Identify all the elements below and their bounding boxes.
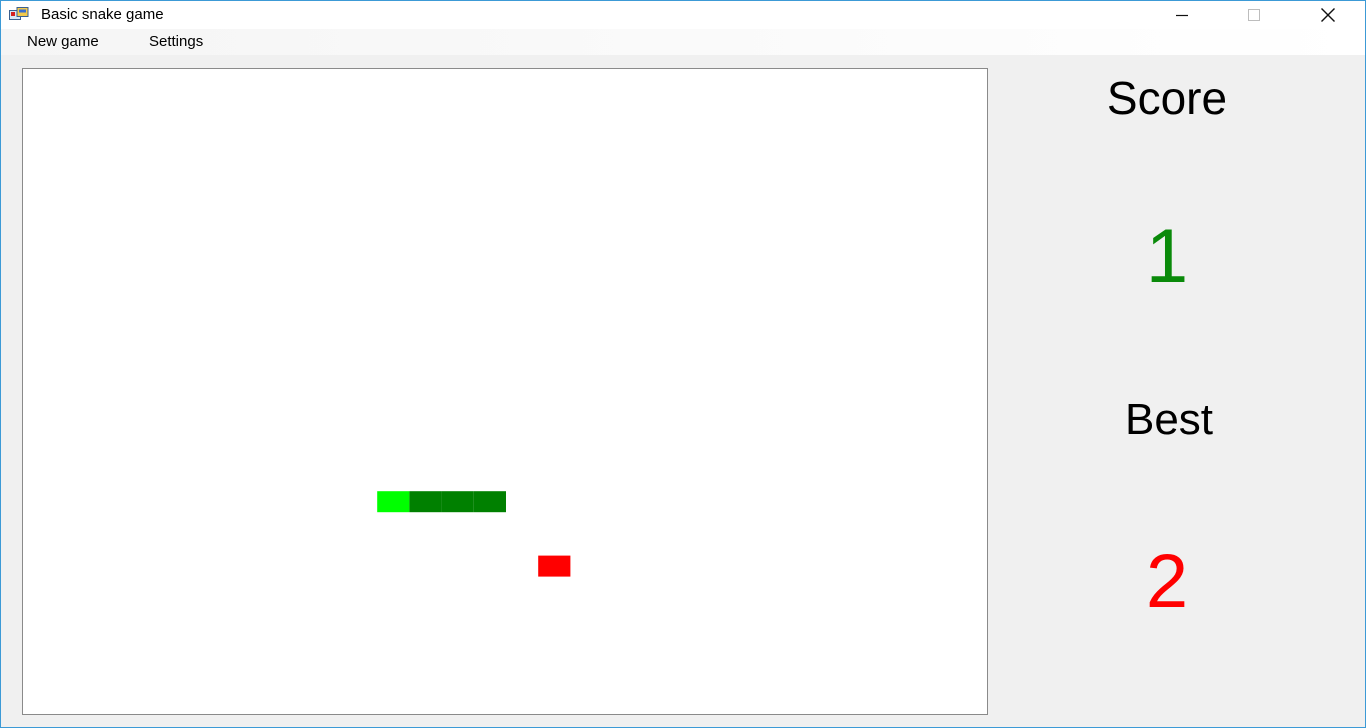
snake-body-segment xyxy=(441,491,474,513)
game-canvas xyxy=(377,491,571,577)
app-window-icon[interactable] xyxy=(9,7,29,23)
minimize-icon xyxy=(1176,14,1188,17)
game-board[interactable] xyxy=(22,68,988,715)
snake-body-segment xyxy=(473,491,506,513)
score-value: 1 xyxy=(1145,214,1189,299)
menu-bar: New game Settings xyxy=(1,29,1365,55)
maximize-button[interactable] xyxy=(1231,1,1277,29)
title-bar[interactable]: Basic snake game xyxy=(1,1,1365,29)
maximize-icon xyxy=(1248,9,1260,21)
minimize-button[interactable] xyxy=(1159,1,1205,29)
window-title: Basic snake game xyxy=(41,6,164,23)
menu-new-game[interactable]: New game xyxy=(25,33,101,50)
menu-settings[interactable]: Settings xyxy=(147,33,205,50)
close-button[interactable] xyxy=(1305,1,1351,29)
close-icon xyxy=(1321,8,1335,22)
snake-head xyxy=(377,491,410,513)
score-label: Score xyxy=(1106,72,1228,124)
game-window: Basic snake game New game Settings Score… xyxy=(0,0,1366,728)
best-value: 2 xyxy=(1145,539,1189,624)
food-pellet xyxy=(538,555,571,577)
best-label: Best xyxy=(1124,395,1214,444)
snake-body-segment xyxy=(409,491,442,513)
